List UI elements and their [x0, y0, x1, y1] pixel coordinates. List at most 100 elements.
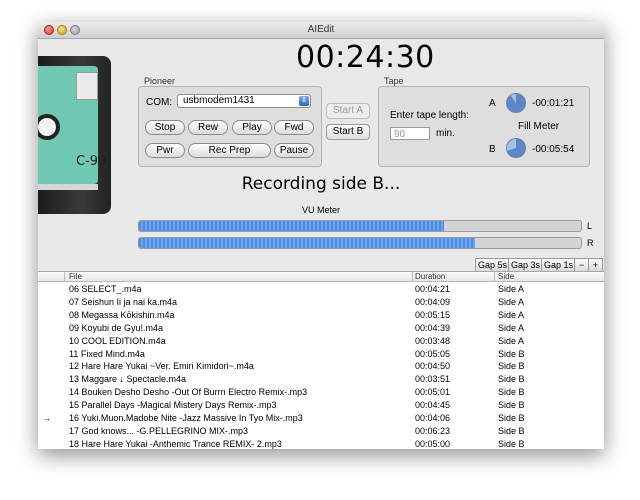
- vu-right-label: R: [587, 238, 594, 248]
- file-cell: 06 SELECT_.m4a: [69, 284, 142, 294]
- file-cell: 14 Bouken Desho Desho -Out Of Burrn Elec…: [69, 387, 308, 398]
- cassette-type: C-90: [76, 154, 107, 169]
- table-row[interactable]: 06 SELECT_.m4a 00:04:21 Side A: [38, 283, 604, 295]
- vu-right-level: [139, 238, 475, 248]
- rec-prep-button[interactable]: Rec Prep: [188, 143, 271, 158]
- side-cell: Side B: [498, 361, 525, 372]
- duration-cell: 00:05:01: [415, 387, 451, 398]
- table-row[interactable]: 12 Hare Hare Yukai ~Ver. Emiri Kimidori~…: [38, 360, 604, 372]
- minutes-label: min.: [436, 128, 455, 139]
- side-cell: Side B: [498, 387, 525, 398]
- power-button[interactable]: Pwr: [145, 143, 185, 158]
- start-a-button[interactable]: Start A: [326, 103, 370, 119]
- file-cell: 07 Seishun Ii ja nai ka.m4a: [69, 296, 178, 307]
- table-row[interactable]: 15 Parallel Days -Magical Mistery Days R…: [38, 399, 604, 411]
- duration-cell: 00:03:48: [415, 335, 451, 346]
- remove-row-button[interactable]: −: [574, 258, 589, 272]
- file-cell: 09 Koyubi de Gyu!.m4a: [69, 322, 164, 333]
- file-column-header[interactable]: File: [69, 272, 82, 281]
- file-cell: 12 Hare Hare Yukai ~Ver. Emiri Kimidori~…: [69, 361, 254, 372]
- pause-button[interactable]: Pause: [274, 143, 314, 158]
- gap-1s-button[interactable]: Gap 1s: [541, 258, 576, 272]
- table-row[interactable]: 13 Maggare ↓ Spectacle.m4a 00:03:51 Side B: [38, 373, 604, 385]
- tape-length-input[interactable]: 90: [390, 127, 430, 140]
- vu-meter-right: [138, 237, 582, 249]
- recording-status: Recording side B...: [241, 174, 401, 194]
- stop-button[interactable]: Stop: [145, 120, 185, 135]
- table-row[interactable]: 10 COOL EDITION.m4a 00:03:48 Side A: [38, 335, 604, 347]
- header-separator: [64, 272, 65, 281]
- side-cell: Side A: [498, 322, 525, 333]
- file-cell: 16 Yuki.Muon.Madobe Nite -Jazz Massive I…: [69, 413, 303, 423]
- table-row[interactable]: 07 Seishun Ii ja nai ka.m4a 00:04:09 Side …: [38, 296, 604, 308]
- table-row[interactable]: 17 God knows... -G.PELLEGRINO MIX-.mp3 00…: [38, 425, 604, 437]
- side-a-label: A: [489, 98, 496, 109]
- file-cell: 10 COOL EDITION.m4a: [69, 335, 166, 346]
- duration-cell: 00:04:06: [415, 413, 451, 423]
- file-cell: 18 Hare Hare Yukai -Anthemic Trance REMI…: [69, 438, 282, 449]
- table-row[interactable]: 18 Hare Hare Yukai -Anthemic Trance REMI…: [38, 438, 604, 449]
- side-cell: Side A: [498, 335, 525, 346]
- track-table[interactable]: File Duration Side 06 SELECT_.m4a 00:04:2…: [38, 271, 604, 449]
- side-cell: Side A: [498, 296, 525, 307]
- side-b-remaining: -00:05:54: [532, 144, 575, 155]
- play-button[interactable]: Play: [232, 120, 272, 135]
- com-label: COM:: [146, 97, 173, 108]
- file-cell: 13 Maggare ↓ Spectacle.m4a: [69, 374, 187, 385]
- duration-cell: 00:04:45: [415, 400, 451, 411]
- side-cell: Side B: [498, 374, 525, 385]
- file-cell: 08 Megassa Kōkishin.m4a: [69, 309, 175, 320]
- side-cell: Side A: [498, 309, 525, 320]
- table-row[interactable]: 08 Megassa Kōkishin.m4a 00:05:15 Side A: [38, 309, 604, 321]
- duration-cell: 00:05:15: [415, 309, 451, 320]
- forward-button[interactable]: Fwd: [274, 120, 314, 135]
- vu-left-label: L: [587, 221, 593, 231]
- cassette-sticker: [76, 72, 98, 100]
- gap-3s-button[interactable]: Gap 3s: [508, 258, 543, 272]
- side-b-label: B: [489, 144, 496, 155]
- vu-meter-left: [138, 220, 582, 232]
- table-row[interactable]: 09 Koyubi de Gyu!.m4a 00:04:39 Side A: [38, 322, 604, 334]
- file-cell: 11 Fixed Mind.m4a: [69, 348, 145, 359]
- recording-timer: 00:24:30: [296, 40, 435, 75]
- current-track-marker: →: [42, 413, 51, 423]
- com-port-select[interactable]: usbmodem1431 ⇕: [177, 94, 311, 108]
- side-a-remaining: -00:01:21: [532, 98, 575, 109]
- start-b-button[interactable]: Start B: [326, 124, 370, 140]
- side-a-fill-knob: [506, 93, 526, 113]
- select-arrows-icon: ⇕: [299, 96, 309, 106]
- side-cell: Side B: [498, 400, 525, 411]
- duration-cell: 00:05:05: [415, 348, 451, 359]
- side-cell: Side B: [498, 425, 525, 436]
- add-row-button[interactable]: +: [588, 258, 603, 272]
- file-cell: 17 God knows... -G.PELLEGRINO MIX-.mp3: [69, 425, 249, 436]
- side-cell: Side A: [498, 284, 525, 294]
- rewind-button[interactable]: Rew: [188, 120, 228, 135]
- table-header: File Duration Side: [38, 272, 604, 282]
- vu-meter-title: VU Meter: [301, 205, 340, 215]
- duration-cell: 00:04:50: [415, 361, 451, 372]
- side-cell: Side B: [498, 413, 525, 423]
- title-bar[interactable]: AIEdit: [38, 22, 604, 39]
- table-row[interactable]: → 16 Yuki.Muon.Madobe Nite -Jazz Massive …: [38, 412, 604, 424]
- duration-column-header[interactable]: Duration: [415, 272, 445, 281]
- pioneer-group-label: Pioneer: [144, 76, 176, 86]
- side-cell: Side B: [498, 438, 525, 449]
- duration-cell: 00:03:51: [415, 374, 451, 385]
- duration-cell: 00:05:00: [415, 438, 451, 449]
- table-row[interactable]: 11 Fixed Mind.m4a 00:05:05 Side B: [38, 348, 604, 360]
- window-title: AIEdit: [307, 24, 335, 35]
- duration-cell: 00:06:23: [415, 425, 451, 436]
- gap-5s-button[interactable]: Gap 5s: [475, 258, 510, 272]
- tape-length-label: Enter tape length:: [390, 110, 469, 121]
- header-separator: [412, 272, 413, 281]
- fill-meter-label: Fill Meter: [518, 121, 560, 132]
- table-row[interactable]: 14 Bouken Desho Desho -Out Of Burrn Elec…: [38, 386, 604, 398]
- duration-cell: 00:04:09: [415, 296, 451, 307]
- side-column-header[interactable]: Side: [498, 272, 514, 281]
- vu-left-level: [139, 221, 444, 231]
- com-port-value: usbmodem1431: [183, 95, 255, 106]
- duration-cell: 00:04:39: [415, 322, 451, 333]
- file-cell: 15 Parallel Days -Magical Mistery Days R…: [69, 400, 277, 411]
- side-cell: Side B: [498, 348, 525, 359]
